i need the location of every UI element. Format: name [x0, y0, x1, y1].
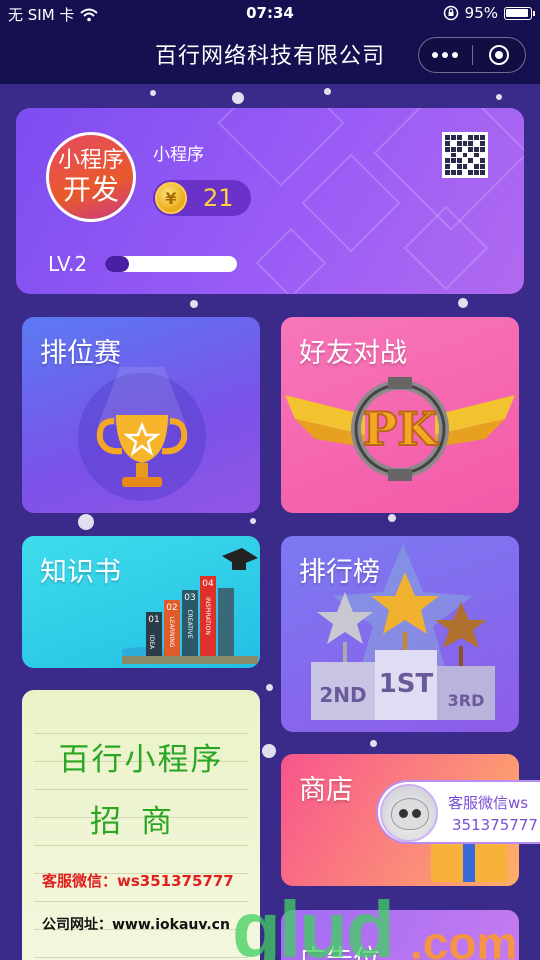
recruit-ad-card[interactable]: 百行小程序 招商 客服微信：ws351375777 公司网址：www.iokau…: [22, 690, 260, 960]
bg-diamond: [255, 227, 327, 294]
watermark-text: glud: [232, 885, 395, 960]
coin-balance: ¥ 21: [153, 180, 251, 216]
snow-dot: [150, 90, 156, 96]
knowledge-book-title: 知识书: [40, 557, 121, 588]
status-bar: 无 SIM 卡 07:34 95%: [0, 0, 540, 28]
bg-diamond: [301, 153, 401, 253]
snow-dot: [324, 88, 331, 95]
book-number-1: 01: [148, 615, 159, 625]
cat-face: [391, 798, 429, 830]
avatar-text-line2: 开发: [62, 173, 119, 206]
book-number-3: 03: [184, 593, 195, 603]
level-progress-fill: [105, 256, 129, 272]
ad-subheadline: 招商: [90, 804, 192, 840]
snow-dot: [262, 744, 276, 758]
navigation-bar: 百行网络科技有限公司: [0, 28, 540, 84]
status-right: 95%: [443, 4, 535, 22]
ad-headline: 百行小程序: [58, 742, 224, 778]
snow-dot: [78, 514, 94, 530]
book-label-4: INSPIRATION: [204, 597, 211, 635]
podium-first: 1ST: [379, 669, 434, 699]
bg-diamond: [403, 205, 489, 291]
qr-code-icon[interactable]: [442, 132, 488, 178]
cat-eye-right: [412, 809, 421, 818]
customer-service-button[interactable]: 客服微信ws 351375777: [376, 780, 540, 844]
podium-stars-icon: 2ND 1ST 3RD: [311, 544, 495, 720]
profile-card[interactable]: 小程序 开发 小程序 ¥ 21 LV.2: [16, 108, 524, 294]
rotation-lock-icon: [443, 5, 458, 21]
cat-eye-left: [399, 809, 408, 818]
book-label-1: IDEA: [148, 635, 155, 650]
pk-badge-text: PK: [363, 402, 440, 456]
books-icon: 01 02 03 04 IDEA LEARNING CREATIVE INSPI…: [122, 548, 258, 664]
username: 小程序: [153, 145, 204, 165]
trophy-icon: [78, 367, 206, 501]
leaderboard-card[interactable]: 排行榜 2ND 1ST 3RD: [281, 536, 519, 732]
snow-dot: [496, 94, 502, 100]
cat-avatar-icon: [380, 784, 438, 842]
knowledge-book-card[interactable]: 知识书 01 02 03 04 IDEA LEARNING CREATIVE I…: [22, 536, 260, 668]
rank-match-card[interactable]: 排位赛: [22, 317, 260, 513]
book-label-3: CREATIVE: [186, 609, 193, 638]
customer-service-label: 客服微信ws: [448, 794, 529, 812]
book-number-2: 02: [166, 603, 177, 613]
friend-battle-title: 好友对战: [299, 338, 407, 369]
pk-wings-icon: PK: [285, 377, 515, 481]
podium-third: 3RD: [448, 691, 485, 710]
close-miniprogram-button[interactable]: [473, 38, 526, 72]
snow-dot: [190, 300, 198, 308]
more-dots-icon: [432, 52, 459, 58]
customer-service-number: 351375777: [452, 816, 538, 834]
snow-dot: [232, 92, 244, 104]
book-label-2: LEARNING: [168, 617, 175, 648]
menu-capsule: [418, 37, 526, 73]
podium-second: 2ND: [319, 683, 366, 707]
snow-dot: [266, 684, 273, 691]
shop-title: 商店: [299, 775, 353, 806]
target-close-icon: [488, 45, 509, 65]
friend-battle-card[interactable]: 好友对战 PK: [281, 317, 519, 513]
avatar[interactable]: 小程序 开发: [46, 132, 136, 222]
snow-dot: [388, 514, 396, 522]
snow-dot: [370, 740, 377, 747]
bg-diamond: [217, 108, 345, 187]
ad-wechat-contact: 客服微信：ws351375777: [42, 872, 234, 890]
battery-icon: [504, 6, 535, 20]
snow-dot: [250, 518, 256, 524]
watermark-suffix: .com: [410, 917, 518, 960]
coin-icon: ¥: [155, 182, 187, 214]
level-progress-bar: [105, 256, 237, 272]
ad-website: 公司网址：www.iokauv.cn: [42, 917, 230, 933]
level-label: LV.2: [48, 252, 88, 276]
more-button[interactable]: [419, 38, 472, 72]
battery-percent: 95%: [464, 4, 498, 22]
avatar-text-line1: 小程序: [57, 148, 124, 173]
book-number-4: 04: [202, 579, 214, 589]
coin-count: 21: [203, 184, 234, 212]
snow-dot: [458, 298, 468, 308]
main-content: 小程序 开发 小程序 ¥ 21 LV.2 排位赛 好友对战 PK 知识书 01 …: [0, 84, 540, 960]
